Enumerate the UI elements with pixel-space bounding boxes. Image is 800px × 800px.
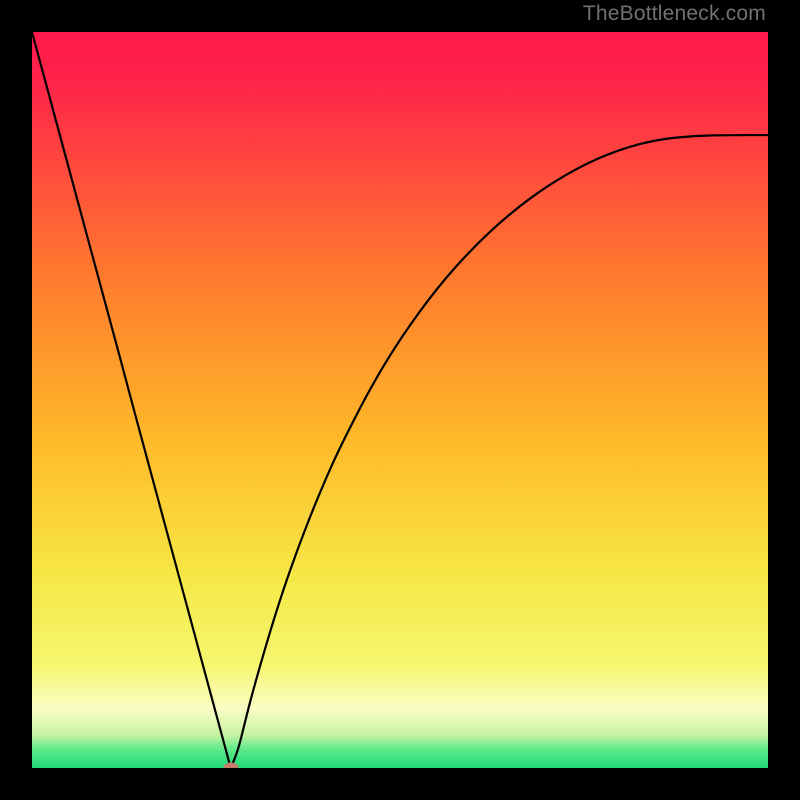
bottleneck-curve <box>32 32 768 768</box>
watermark-text: TheBottleneck.com <box>583 2 766 26</box>
plot-area <box>32 32 768 768</box>
chart-frame: TheBottleneck.com <box>0 0 800 800</box>
minimum-marker <box>223 763 238 769</box>
